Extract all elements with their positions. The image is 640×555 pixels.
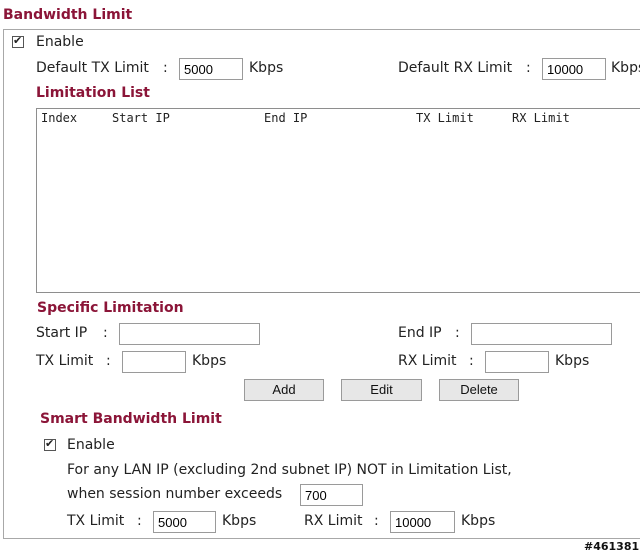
default-rx-input[interactable] xyxy=(542,58,606,80)
enable-label: Enable xyxy=(36,34,84,50)
smart-tx-input[interactable] xyxy=(153,511,216,533)
limitation-list-box[interactable] xyxy=(36,108,640,293)
delete-button[interactable]: Delete xyxy=(439,379,519,401)
tx-limit-unit: Kbps xyxy=(192,353,227,369)
session-threshold-label: when session number exceeds xyxy=(67,486,283,502)
tx-limit-colon: : xyxy=(106,353,111,369)
default-tx-unit: Kbps xyxy=(249,60,284,76)
add-button[interactable]: Add xyxy=(244,379,324,401)
smart-tx-limit-label: TX Limit xyxy=(67,513,125,529)
column-header-rx-limit: RX Limit xyxy=(512,111,570,125)
smart-rx-input[interactable] xyxy=(390,511,455,533)
start-ip-input[interactable] xyxy=(119,323,260,345)
session-number-input[interactable] xyxy=(300,484,363,506)
end-ip-colon: : xyxy=(455,325,460,341)
section-title-smart-bandwidth-limit: Smart Bandwidth Limit xyxy=(40,411,222,427)
rx-limit-input[interactable] xyxy=(485,351,549,373)
default-rx-label: Default RX Limit xyxy=(398,60,513,76)
smart-description: For any LAN IP (excluding 2nd subnet IP)… xyxy=(67,462,512,478)
column-header-end-ip: End IP xyxy=(264,111,308,125)
enable-checkbox[interactable] xyxy=(12,34,24,48)
smart-enable-checkbox[interactable] xyxy=(44,437,56,451)
section-title-limitation-list: Limitation List xyxy=(36,85,150,101)
smart-enable-label: Enable xyxy=(67,437,115,453)
default-tx-colon: : xyxy=(163,60,168,76)
rx-limit-unit: Kbps xyxy=(555,353,590,369)
end-ip-label: End IP xyxy=(398,325,442,341)
default-rx-unit: Kbps xyxy=(611,60,640,76)
default-rx-colon: : xyxy=(526,60,531,76)
edit-button[interactable]: Edit xyxy=(341,379,422,401)
default-tx-label: Default TX Limit xyxy=(36,60,149,76)
smart-tx-colon: : xyxy=(137,513,142,529)
rx-limit-label: RX Limit xyxy=(398,353,457,369)
tx-limit-input[interactable] xyxy=(122,351,186,373)
column-header-start-ip: Start IP xyxy=(112,111,170,125)
tx-limit-label: TX Limit xyxy=(36,353,94,369)
smart-rx-unit: Kbps xyxy=(461,513,496,529)
end-ip-input[interactable] xyxy=(471,323,612,345)
smart-rx-limit-label: RX Limit xyxy=(304,513,363,529)
start-ip-label: Start IP xyxy=(36,325,88,341)
section-title-bandwidth-limit: Bandwidth Limit xyxy=(3,7,133,23)
rx-limit-colon: : xyxy=(469,353,474,369)
column-header-tx-limit: TX Limit xyxy=(416,111,474,125)
smart-tx-unit: Kbps xyxy=(222,513,257,529)
smart-rx-colon: : xyxy=(374,513,379,529)
watermark-id: #461381 xyxy=(584,540,640,553)
default-tx-input[interactable] xyxy=(179,58,243,80)
section-title-specific-limitation: Specific Limitation xyxy=(37,300,184,316)
start-ip-colon: : xyxy=(103,325,108,341)
column-header-index: Index xyxy=(41,111,78,125)
